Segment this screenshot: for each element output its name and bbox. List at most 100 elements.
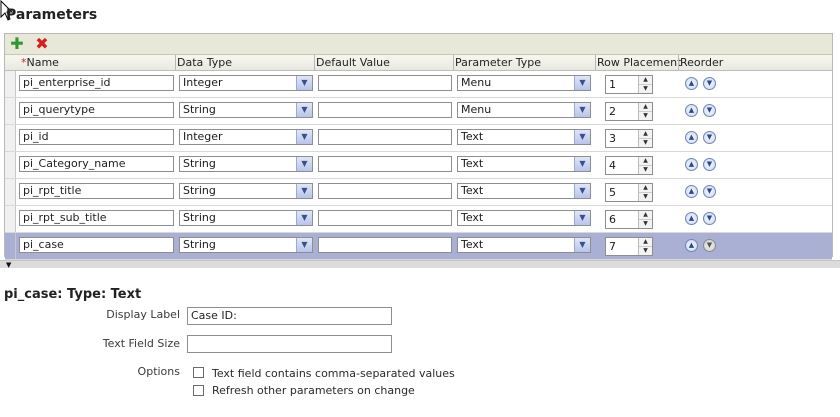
name-input[interactable]: pi_querytype (19, 102, 174, 118)
name-input[interactable]: pi_Category_name (19, 156, 174, 172)
chevron-down-icon[interactable]: ▼ (574, 211, 590, 225)
move-up-icon[interactable]: ▲ (685, 212, 698, 225)
default-value-input[interactable] (318, 75, 452, 91)
table-row[interactable]: pi_Category_name String ▼ Text ▼ 4 ▲ ▼ ▲… (5, 152, 832, 179)
stepper-down-icon[interactable]: ▼ (639, 247, 652, 255)
move-down-icon[interactable]: ▼ (703, 239, 716, 252)
data-type-select[interactable]: String ▼ (179, 237, 313, 253)
chevron-down-icon[interactable]: ▼ (296, 130, 312, 144)
row-header[interactable] (5, 152, 16, 178)
display-label-field[interactable]: Case ID: (187, 307, 392, 325)
data-type-select[interactable]: String ▼ (179, 156, 313, 172)
row-header[interactable] (5, 233, 16, 259)
table-row[interactable]: pi_id Integer ▼ Text ▼ 3 ▲ ▼ ▲ ▼ (5, 125, 832, 152)
chevron-down-icon[interactable]: ▼ (296, 184, 312, 198)
move-down-icon[interactable]: ▼ (703, 104, 716, 117)
column-header-data-type[interactable]: Data Type (177, 56, 232, 69)
comma-separated-checkbox[interactable] (193, 367, 204, 378)
column-header-parameter-type[interactable]: Parameter Type (455, 56, 541, 69)
table-row[interactable]: pi_querytype String ▼ Menu ▼ 2 ▲ ▼ ▲ ▼ (5, 98, 832, 125)
row-header[interactable] (5, 125, 16, 151)
move-down-icon[interactable]: ▼ (703, 185, 716, 198)
chevron-down-icon[interactable]: ▼ (574, 184, 590, 198)
name-input[interactable]: pi_rpt_sub_title (19, 210, 174, 226)
parameter-type-select[interactable]: Menu ▼ (457, 75, 591, 91)
chevron-down-icon[interactable]: ▼ (296, 157, 312, 171)
row-placement-stepper[interactable]: 7 ▲ ▼ (605, 237, 653, 256)
stepper-down-icon[interactable]: ▼ (639, 139, 652, 147)
table-row[interactable]: pi_enterprise_id Integer ▼ Menu ▼ 1 ▲ ▼ … (5, 71, 832, 98)
row-header[interactable] (5, 179, 16, 205)
default-value-input[interactable] (318, 156, 452, 172)
column-header-reorder[interactable]: Reorder (680, 56, 723, 69)
stepper-down-icon[interactable]: ▼ (639, 85, 652, 93)
data-type-select[interactable]: String ▼ (179, 102, 313, 118)
data-type-select[interactable]: Integer ▼ (179, 75, 313, 91)
move-up-icon[interactable]: ▲ (685, 239, 698, 252)
column-header-name[interactable]: *Name (21, 56, 59, 69)
default-value-input[interactable] (318, 183, 452, 199)
row-placement-stepper[interactable]: 6 ▲ ▼ (605, 210, 653, 229)
row-placement-stepper[interactable]: 4 ▲ ▼ (605, 156, 653, 175)
collapse-arrow-icon[interactable]: ▼ (6, 262, 11, 269)
stepper-up-icon[interactable]: ▲ (639, 103, 652, 112)
data-type-select[interactable]: String ▼ (179, 183, 313, 199)
move-down-icon[interactable]: ▼ (703, 77, 716, 90)
chevron-down-icon[interactable]: ▼ (574, 130, 590, 144)
chevron-down-icon[interactable]: ▼ (296, 211, 312, 225)
row-placement-stepper[interactable]: 2 ▲ ▼ (605, 102, 653, 121)
move-up-icon[interactable]: ▲ (685, 131, 698, 144)
move-down-icon[interactable]: ▼ (703, 131, 716, 144)
stepper-up-icon[interactable]: ▲ (639, 157, 652, 166)
move-up-icon[interactable]: ▲ (685, 158, 698, 171)
stepper-up-icon[interactable]: ▲ (639, 238, 652, 247)
row-header[interactable] (5, 71, 16, 97)
table-row[interactable]: pi_rpt_sub_title String ▼ Text ▼ 6 ▲ ▼ ▲… (5, 206, 832, 233)
parameter-type-select[interactable]: Text ▼ (457, 210, 591, 226)
stepper-up-icon[interactable]: ▲ (639, 76, 652, 85)
row-placement-stepper[interactable]: 3 ▲ ▼ (605, 129, 653, 148)
parameter-type-select[interactable]: Text ▼ (457, 183, 591, 199)
name-input[interactable]: pi_case (19, 237, 174, 253)
chevron-down-icon[interactable]: ▼ (574, 157, 590, 171)
panel-splitter[interactable]: ▼ (0, 260, 840, 269)
stepper-down-icon[interactable]: ▼ (639, 220, 652, 228)
plus-icon[interactable]: ✚ (9, 36, 25, 52)
row-placement-stepper[interactable]: 1 ▲ ▼ (605, 75, 653, 94)
stepper-down-icon[interactable]: ▼ (639, 112, 652, 120)
stepper-down-icon[interactable]: ▼ (639, 166, 652, 174)
data-type-select[interactable]: String ▼ (179, 210, 313, 226)
chevron-down-icon[interactable]: ▼ (296, 76, 312, 90)
move-down-icon[interactable]: ▼ (703, 158, 716, 171)
move-down-icon[interactable]: ▼ (703, 212, 716, 225)
move-up-icon[interactable]: ▲ (685, 185, 698, 198)
name-input[interactable]: pi_enterprise_id (19, 75, 174, 91)
chevron-down-icon[interactable]: ▼ (296, 238, 312, 252)
parameter-type-select[interactable]: Text ▼ (457, 156, 591, 172)
stepper-up-icon[interactable]: ▲ (639, 184, 652, 193)
default-value-input[interactable] (318, 210, 452, 226)
parameter-type-select[interactable]: Text ▼ (457, 237, 591, 253)
row-header[interactable] (5, 98, 16, 124)
default-value-input[interactable] (318, 237, 452, 253)
chevron-down-icon[interactable]: ▼ (296, 103, 312, 117)
move-up-icon[interactable]: ▲ (685, 77, 698, 90)
column-header-default-value[interactable]: Default Value (316, 56, 390, 69)
parameter-type-select[interactable]: Text ▼ (457, 129, 591, 145)
data-type-select[interactable]: Integer ▼ (179, 129, 313, 145)
stepper-up-icon[interactable]: ▲ (639, 130, 652, 139)
chevron-down-icon[interactable]: ▼ (574, 76, 590, 90)
default-value-input[interactable] (318, 129, 452, 145)
stepper-down-icon[interactable]: ▼ (639, 193, 652, 201)
delete-x-icon[interactable]: ✖ (34, 36, 50, 52)
move-up-icon[interactable]: ▲ (685, 104, 698, 117)
name-input[interactable]: pi_rpt_title (19, 183, 174, 199)
chevron-down-icon[interactable]: ▼ (574, 238, 590, 252)
name-input[interactable]: pi_id (19, 129, 174, 145)
default-value-input[interactable] (318, 102, 452, 118)
row-header[interactable] (5, 206, 16, 232)
parameter-type-select[interactable]: Menu ▼ (457, 102, 591, 118)
column-header-row-placement[interactable]: Row Placement (597, 56, 681, 69)
chevron-down-icon[interactable]: ▼ (574, 103, 590, 117)
stepper-up-icon[interactable]: ▲ (639, 211, 652, 220)
